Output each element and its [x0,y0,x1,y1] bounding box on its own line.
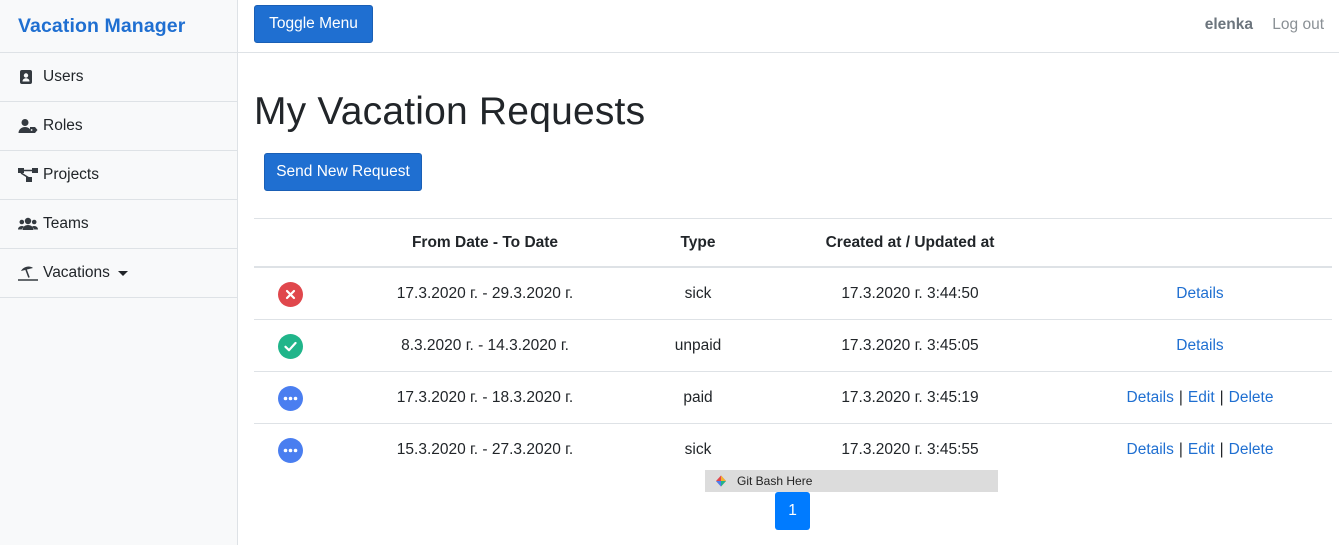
header-actions [1068,219,1332,267]
actions-cell: Details [1068,320,1332,372]
dates-cell: 15.3.2020 г. - 27.3.2020 г. [396,441,574,458]
user-tag-icon [18,117,38,135]
logout-link[interactable]: Log out [1272,16,1324,34]
actions-cell: Details | Edit | Delete [1068,424,1332,476]
separator: | [1219,441,1224,458]
sidebar-item-label: Roles [43,117,83,134]
type-cell: sick [684,441,712,458]
git-diamond-icon [713,475,729,487]
delete-link[interactable]: Delete [1229,389,1274,407]
git-bash-context-item[interactable]: Git Bash Here [705,470,998,492]
sidebar-item-users[interactable]: Users [0,53,237,102]
details-link[interactable]: Details [1176,285,1223,303]
table-row: 17.3.2020 г. - 29.3.2020 г. sick 17.3.20… [254,268,1332,320]
page-title: My Vacation Requests [254,90,646,133]
sidebar-item-vacations[interactable]: Vacations [0,249,237,298]
type-cell: unpaid [674,337,722,354]
separator: | [1219,389,1224,406]
table-row: 15.3.2020 г. - 27.3.2020 г. sick 17.3.20… [254,424,1332,476]
project-diagram-icon [18,166,38,184]
type-cell: sick [684,285,712,302]
separator: | [1178,389,1183,406]
actions-cell: Details [1068,268,1332,320]
sidebar-item-label: Vacations [43,264,110,281]
dates-cell: 17.3.2020 г. - 29.3.2020 г. [396,285,574,302]
pending-status-icon [277,385,303,411]
pending-status-icon [277,437,303,463]
table-row: 17.3.2020 г. - 18.3.2020 г. paid 17.3.20… [254,372,1332,424]
dates-cell: 8.3.2020 г. - 14.3.2020 г. [401,337,569,354]
address-book-icon [18,68,38,86]
table-header: From Date - To Date Type Created at / Up… [254,218,1332,268]
details-link[interactable]: Details [1176,337,1223,355]
vacation-requests-table: From Date - To Date Type Created at / Up… [254,218,1332,476]
details-link[interactable]: Details [1127,389,1174,407]
sidebar-item-label: Teams [43,215,89,232]
sidebar-item-label: Users [43,68,84,85]
edit-link[interactable]: Edit [1188,389,1215,407]
header-dates: From Date - To Date [411,234,559,251]
header-created: Created at / Updated at [825,234,995,251]
sidebar: Vacation Manager Users Roles Projects Te… [0,0,238,545]
toggle-menu-button[interactable]: Toggle Menu [254,5,373,43]
created-cell: 17.3.2020 г. 3:45:55 [841,441,979,458]
actions-cell: Details | Edit | Delete [1068,372,1332,424]
details-link[interactable]: Details [1127,441,1174,459]
created-cell: 17.3.2020 г. 3:44:50 [841,285,979,302]
pagination-page-1[interactable]: 1 [775,492,810,530]
dates-cell: 17.3.2020 г. - 18.3.2020 г. [396,389,574,406]
sidebar-item-projects[interactable]: Projects [0,151,237,200]
brand-title[interactable]: Vacation Manager [18,15,185,38]
created-cell: 17.3.2020 г. 3:45:19 [841,389,979,406]
rejected-status-icon [277,281,303,307]
sidebar-item-teams[interactable]: Teams [0,200,237,249]
table-row: 8.3.2020 г. - 14.3.2020 г. unpaid 17.3.2… [254,320,1332,372]
tooltip-label: Git Bash Here [737,474,813,488]
edit-link[interactable]: Edit [1188,441,1215,459]
header-status [254,219,326,267]
approved-status-icon [277,333,303,359]
header-type: Type [680,234,716,251]
current-username: elenka [1204,16,1253,33]
type-cell: paid [683,389,713,406]
umbrella-beach-icon [18,264,38,282]
delete-link[interactable]: Delete [1229,441,1274,459]
users-icon [18,215,38,233]
top-navbar: Toggle Menu elenka Log out [238,0,1339,53]
sidebar-item-roles[interactable]: Roles [0,102,237,151]
brand[interactable]: Vacation Manager [0,0,237,53]
sidebar-item-label: Projects [43,166,99,183]
caret-down-icon [117,270,128,276]
separator: | [1178,441,1183,458]
send-new-request-button[interactable]: Send New Request [264,153,422,191]
created-cell: 17.3.2020 г. 3:45:05 [841,337,979,354]
